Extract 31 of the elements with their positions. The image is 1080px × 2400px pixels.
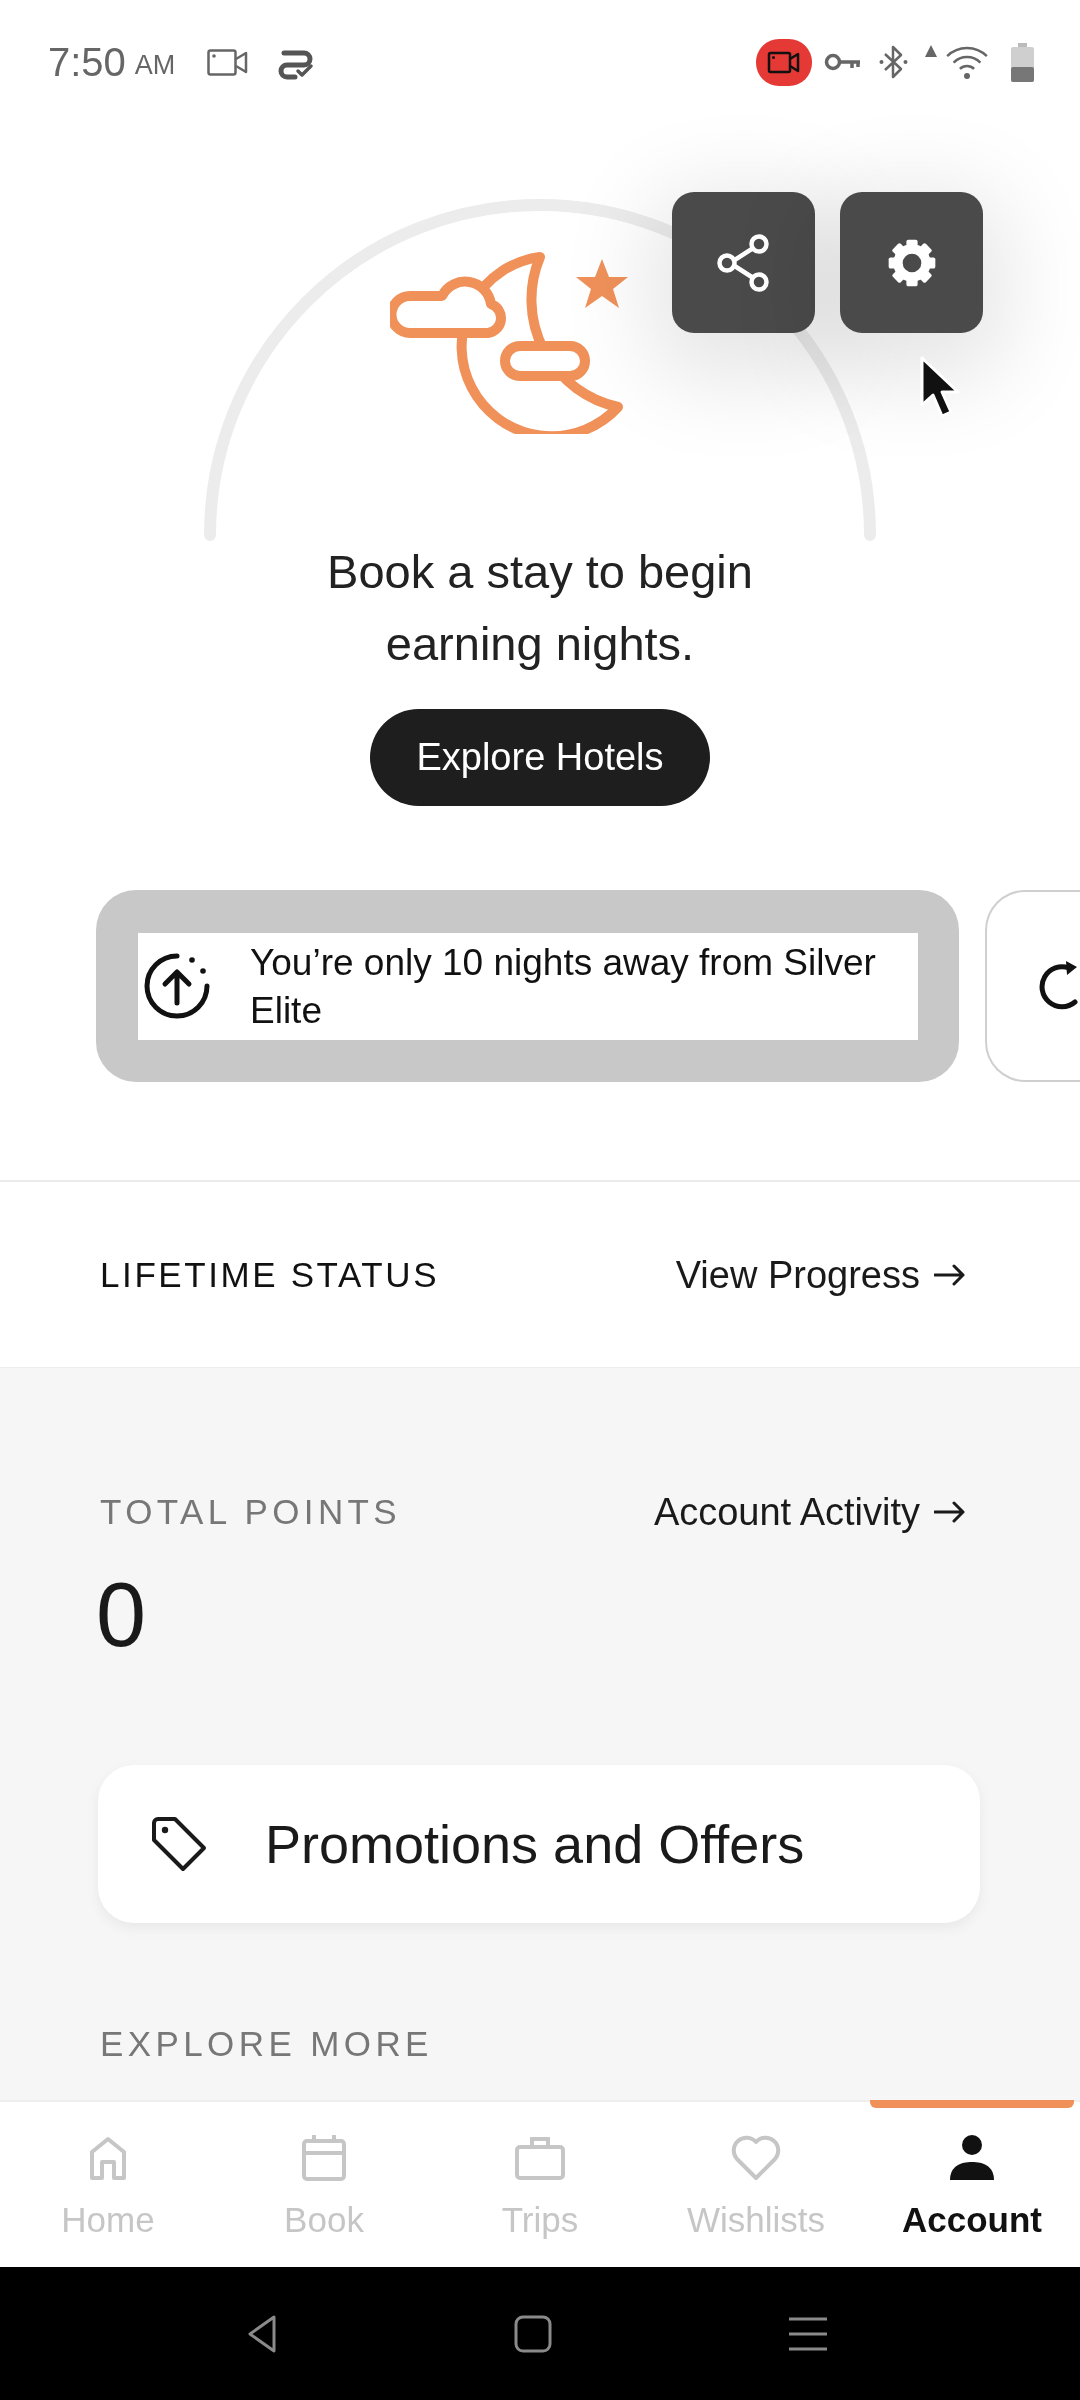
promotions-label: Promotions and Offers <box>265 1813 805 1875</box>
settings-button[interactable] <box>840 192 983 333</box>
key-icon <box>824 51 862 73</box>
explore-hotels-button[interactable]: Explore Hotels <box>370 709 710 806</box>
screen-record-icon <box>756 38 812 86</box>
home-square-icon[interactable] <box>514 2314 552 2353</box>
points-value: 0 <box>96 1565 147 1665</box>
data-arrow-icon <box>925 45 937 57</box>
view-progress-link[interactable]: View Progress <box>675 1250 966 1299</box>
section-heading: EXPLORE MORE <box>100 2023 433 2065</box>
status-time: 7:50 <box>48 39 126 86</box>
section-heading: LIFETIME STATUS <box>100 1253 440 1296</box>
share-button[interactable] <box>672 192 815 333</box>
video-camera-icon <box>207 48 249 76</box>
bluetooth-icon <box>879 43 908 81</box>
progress-card[interactable] <box>985 890 1080 1082</box>
arrow-right-icon <box>934 1263 966 1286</box>
promotions-card[interactable]: Promotions and Offers <box>98 1765 980 1923</box>
section-heading: TOTAL POINTS <box>100 1491 402 1533</box>
nav-tab[interactable]: Account <box>864 2102 1080 2267</box>
menu-icon[interactable] <box>788 2316 828 2351</box>
hero-message: Book a stay to begin earning nights. <box>326 544 754 672</box>
wifi-icon <box>945 44 989 80</box>
moon-cloud-star-icon <box>390 249 630 434</box>
progress-card[interactable]: You’re only 10 nights away from Silver Elite <box>96 890 959 1082</box>
arrow-right-icon <box>934 1501 966 1523</box>
account-activity-link[interactable]: Account Activity <box>653 1488 966 1536</box>
progress-message: You’re only 10 nights away from Silver Elite <box>250 940 877 1033</box>
battery-icon <box>1011 42 1034 82</box>
back-icon[interactable] <box>246 2313 278 2354</box>
status-meridiem: AM <box>134 49 176 82</box>
